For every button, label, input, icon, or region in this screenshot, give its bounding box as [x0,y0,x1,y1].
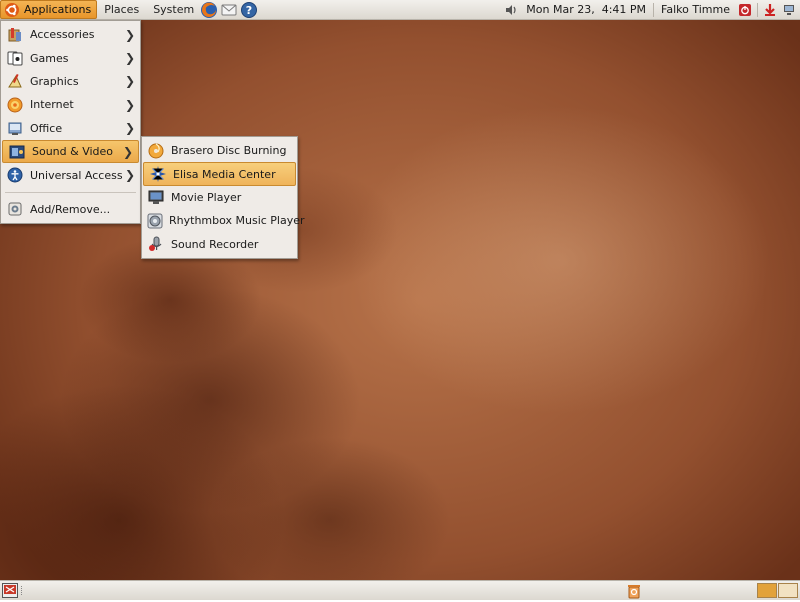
mail-icon[interactable] [220,1,238,19]
menu-item-elisa[interactable]: Elisa Media Center [143,162,296,186]
update-notifier-icon[interactable] [760,0,780,20]
chevron-right-icon: ❯ [124,121,136,136]
chevron-right-icon: ❯ [124,97,136,112]
menu-item-label: Accessories [30,28,95,42]
applications-menu-button[interactable]: Applications [0,0,98,19]
menu-item-accessories[interactable]: Accessories ❯ [1,23,140,46]
clock-label: Mon Mar 23, 4:41 PM [526,3,647,16]
menu-item-movie-player[interactable]: Movie Player [142,186,297,209]
menu-item-sound-recorder[interactable]: Sound Recorder [142,233,297,256]
chevron-right-icon: ❯ [124,27,136,42]
show-desktop-icon[interactable] [2,583,18,598]
menu-item-label: Elisa Media Center [173,167,276,181]
menu-item-label: Universal Access [30,168,123,182]
ubuntu-logo-icon [4,2,20,18]
games-icon [6,49,24,67]
workspace-1[interactable] [757,583,777,598]
menu-item-label: Games [30,51,69,65]
svg-text:?: ? [246,4,252,17]
workspace-2[interactable] [778,583,798,598]
menu-item-label: Graphics [30,74,79,88]
menu-item-label: Movie Player [171,190,242,204]
panel-separator [653,2,655,17]
menu-item-sound-video[interactable]: Sound & Video ❯ [2,139,139,164]
graphics-icon [6,72,24,90]
menu-item-label: Brasero Disc Burning [171,144,287,158]
menu-item-label: Rhythmbox Music Player [169,214,305,228]
menu-item-label: Office [30,121,63,135]
firefox-icon[interactable] [200,1,218,19]
sound-recorder-icon [147,235,165,253]
accessories-icon [6,26,24,44]
top-panel: Applications Places System ? Mon Mar 23,… [0,0,800,20]
menu-item-internet[interactable]: Internet ❯ [1,93,140,116]
sound-video-submenu: Brasero Disc Burning Elisa Media Center … [141,136,305,259]
panel-separator-2 [757,2,758,17]
menu-item-label: Internet [30,98,74,112]
menu-item-games[interactable]: Games ❯ [1,46,140,69]
bottom-panel [0,580,800,600]
user-switcher[interactable]: Falko Timme [656,0,735,20]
volume-icon[interactable] [501,0,521,20]
rhythmbox-icon [147,212,163,230]
shutdown-icon[interactable] [735,0,755,20]
office-icon [6,119,24,137]
brasero-icon [147,142,165,160]
menu-item-universal-access[interactable]: Universal Access ❯ [1,163,140,186]
applications-menu: Accessories ❯ Games ❯ Graphics ❯ Interne… [0,20,141,225]
places-menu-label: Places [104,3,140,16]
menu-item-label: Add/Remove... [30,202,111,216]
menu-item-add-remove[interactable]: Add/Remove... [1,198,140,221]
menu-item-label: Sound Recorder [171,237,259,251]
menu-item-graphics[interactable]: Graphics ❯ [1,70,140,93]
add-remove-icon [6,200,24,218]
universal-access-icon [6,166,24,184]
system-menu-label: System [153,3,195,16]
network-icon[interactable] [780,0,800,20]
menu-item-brasero[interactable]: Brasero Disc Burning [142,139,297,162]
chevron-right-icon: ❯ [124,168,136,183]
movie-player-icon [147,188,165,206]
menu-item-label: Sound & Video [32,145,114,159]
sound-video-icon [8,143,26,161]
panel-handle[interactable] [21,586,24,595]
places-menu-button[interactable]: Places [99,0,144,20]
chevron-right-icon: ❯ [122,144,134,159]
trash-icon[interactable] [626,583,642,599]
applications-menu-label: Applications [24,3,92,16]
menu-item-rhythmbox[interactable]: Rhythmbox Music Player [142,209,305,232]
clock[interactable]: Mon Mar 23, 4:41 PM [521,0,651,20]
help-icon[interactable]: ? [240,1,258,19]
elisa-icon [149,165,167,183]
chevron-right-icon: ❯ [124,74,136,89]
chevron-right-icon: ❯ [124,51,136,66]
internet-icon [6,96,24,114]
user-name-label: Falko Timme [661,3,730,16]
system-menu-button[interactable]: System [148,0,199,20]
menu-item-office[interactable]: Office ❯ [1,117,140,140]
menu-divider [5,191,136,193]
